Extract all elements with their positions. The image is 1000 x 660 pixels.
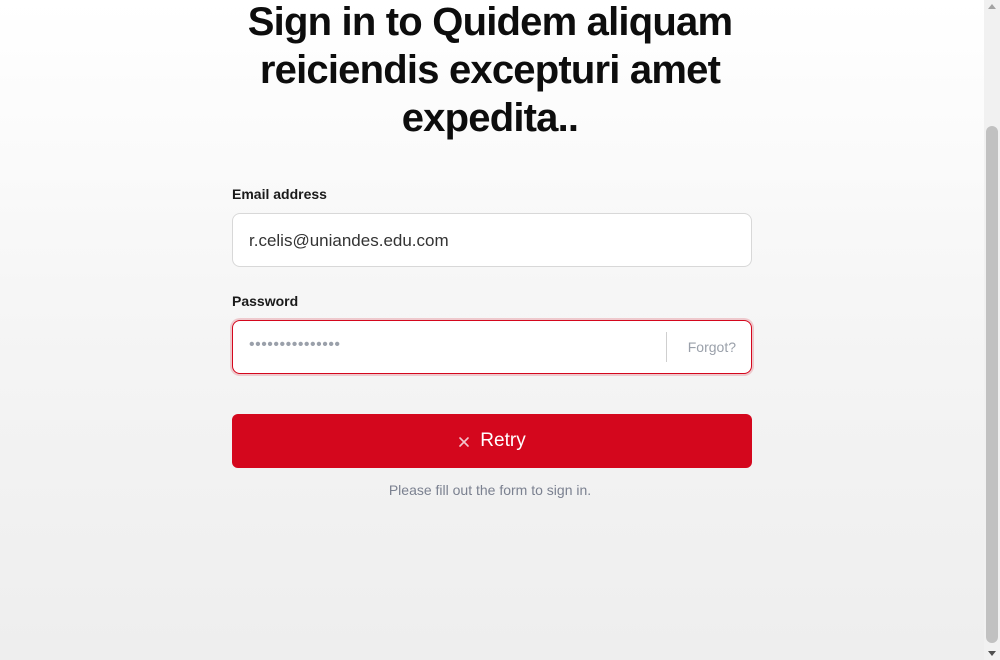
retry-button[interactable]: Retry [232, 414, 752, 468]
email-label: Email address [232, 186, 327, 202]
forgot-password-link[interactable]: Forgot? [688, 339, 736, 355]
scroll-up-arrow-icon[interactable] [988, 4, 996, 9]
page-title: Sign in to Quidem aliquam reiciendis exc… [247, 0, 733, 140]
email-field[interactable]: r.celis@uniandes.edu.com [232, 213, 752, 267]
password-label: Password [232, 293, 299, 309]
password-masked-value: ••••••••••••••• [249, 336, 341, 353]
vertical-scrollbar[interactable] [984, 0, 1000, 660]
scroll-down-arrow-icon[interactable] [988, 651, 996, 656]
scrollbar-thumb[interactable] [986, 126, 998, 643]
close-icon [458, 436, 470, 448]
retry-label: Retry [480, 430, 526, 451]
password-field[interactable]: ••••••••••••••• Forgot? [232, 320, 752, 374]
sign-in-page: Sign in to Quidem aliquam reiciendis exc… [0, 0, 984, 660]
email-value: r.celis@uniandes.edu.com [249, 231, 449, 250]
password-divider [666, 332, 667, 362]
helper-text: Please fill out the form to sign in. [388, 482, 592, 498]
